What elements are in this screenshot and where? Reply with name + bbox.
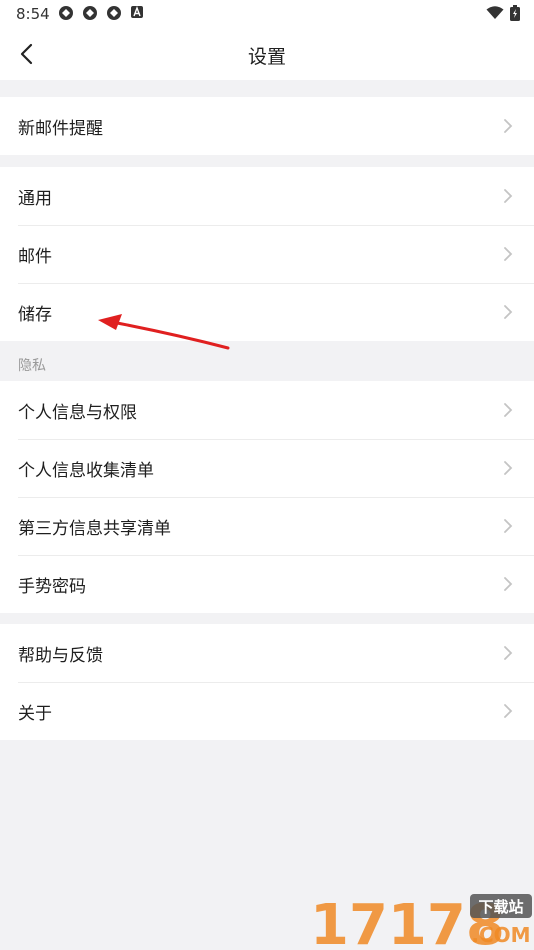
settings-item-label: 通用 [18, 188, 52, 209]
settings-item-third-party-sharing[interactable]: 第三方信息共享清单 [0, 497, 534, 555]
chevron-right-icon [504, 461, 513, 475]
watermark-logo: 17178 下载站 .COM [310, 893, 532, 950]
settings-item-personal-info-permissions[interactable]: 个人信息与权限 [0, 381, 534, 439]
settings-item-storage[interactable]: 储存 [0, 283, 534, 341]
watermark-text-site: 下载站 [478, 898, 523, 916]
page-header: 设置 [0, 28, 534, 80]
app-notification-icon [107, 6, 121, 20]
page-title: 设置 [247, 46, 286, 68]
chevron-right-icon [504, 119, 513, 133]
annotation-arrow-icon [98, 314, 230, 350]
status-time: 8:54 [16, 5, 50, 23]
chevron-right-icon [504, 247, 513, 261]
battery-icon [510, 5, 520, 21]
settings-group-about: 帮助与反馈 关于 [0, 624, 534, 740]
app-notification-icon [59, 6, 73, 20]
settings-item-label: 储存 [18, 304, 52, 325]
settings-item-mail[interactable]: 邮件 [0, 225, 534, 283]
settings-item-new-mail-alert[interactable]: 新邮件提醒 [0, 97, 534, 155]
section-label-privacy: 隐私 [18, 358, 46, 374]
settings-item-label: 帮助与反馈 [18, 645, 103, 666]
settings-group-notify: 新邮件提醒 [0, 97, 534, 155]
wifi-icon [486, 6, 504, 19]
notification-icons [58, 5, 144, 21]
settings-item-label: 关于 [18, 703, 52, 724]
settings-item-label: 个人信息与权限 [18, 402, 137, 423]
chevron-right-icon [504, 704, 513, 718]
watermark-text-com: .COM [471, 923, 530, 947]
settings-item-personal-info-list[interactable]: 个人信息收集清单 [0, 439, 534, 497]
settings-item-label: 新邮件提醒 [18, 118, 103, 139]
settings-item-label: 第三方信息共享清单 [18, 518, 171, 539]
chevron-right-icon [504, 403, 513, 417]
status-bar: 8:54 [0, 0, 534, 28]
settings-item-help-feedback[interactable]: 帮助与反馈 [0, 624, 534, 682]
system-icons [486, 5, 520, 21]
chevron-right-icon [504, 305, 513, 319]
settings-group-general: 通用 邮件 储存 [0, 167, 534, 341]
settings-item-label: 个人信息收集清单 [18, 460, 154, 481]
chevron-right-icon [504, 519, 513, 533]
app-notification-icon [83, 6, 97, 20]
settings-item-general[interactable]: 通用 [0, 167, 534, 225]
settings-item-label: 邮件 [18, 246, 52, 267]
chevron-right-icon [504, 646, 513, 660]
settings-item-about[interactable]: 关于 [0, 682, 534, 740]
a-box-icon [131, 6, 143, 18]
settings-item-gesture-password[interactable]: 手势密码 [0, 555, 534, 613]
chevron-right-icon [504, 189, 513, 203]
settings-group-privacy: 个人信息与权限 个人信息收集清单 第三方信息共享清单 手势密码 [0, 381, 534, 613]
chevron-right-icon [504, 577, 513, 591]
settings-item-label: 手势密码 [18, 576, 86, 597]
